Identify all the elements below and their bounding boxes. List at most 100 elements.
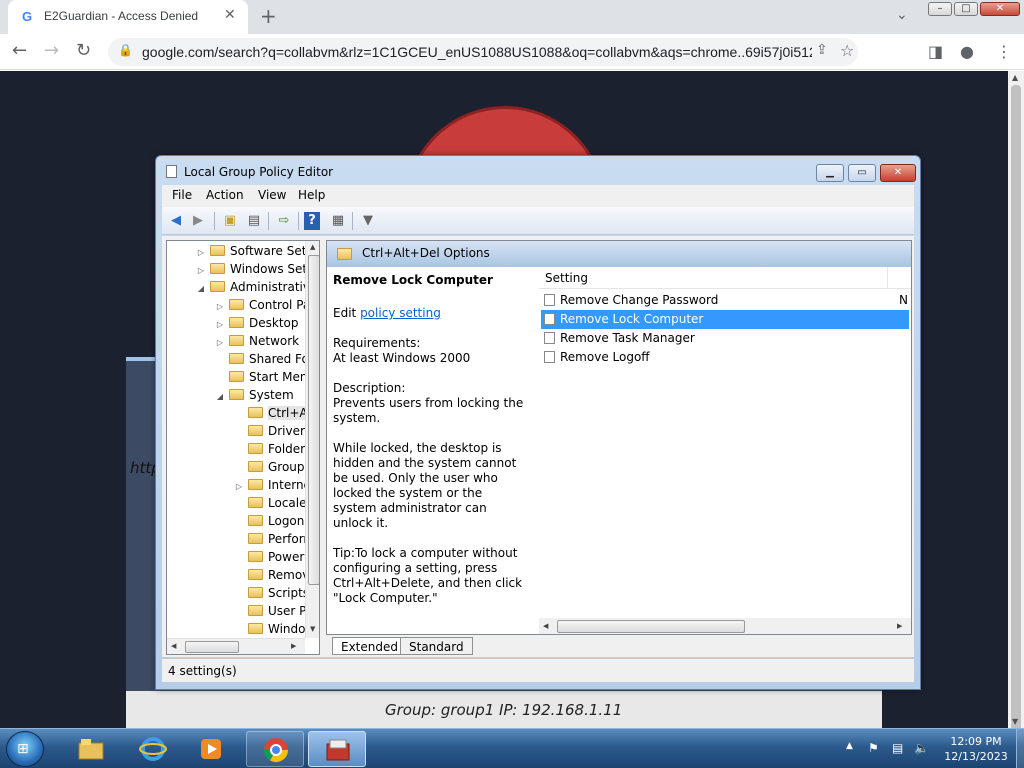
menu-help[interactable]: Help: [298, 188, 325, 202]
back-arrow-icon[interactable]: ◀: [166, 211, 186, 231]
tree-horizontal-scrollbar[interactable]: ◀ ▶: [167, 638, 305, 654]
tree-item[interactable]: Locale: [233, 494, 306, 512]
show-desktop-button[interactable]: [1016, 729, 1024, 768]
scroll-thumb[interactable]: [1011, 85, 1021, 735]
close-window-button[interactable]: ✕: [980, 2, 1020, 16]
gpe-close-button[interactable]: ✕: [880, 164, 916, 182]
tab-search-chevron-icon[interactable]: ⌄: [896, 7, 908, 23]
tree-item[interactable]: ▷ Windows Sett: [195, 260, 312, 278]
gpe-maximize-button[interactable]: ▭: [848, 164, 876, 182]
show-hidden-icons-chevron-icon[interactable]: ▲: [846, 741, 853, 751]
scroll-up-icon[interactable]: ▲: [310, 243, 315, 251]
list-item[interactable]: Remove Task Manager: [541, 329, 909, 348]
scroll-up-icon[interactable]: ▲: [1012, 73, 1018, 82]
policy-setting-link[interactable]: policy setting: [360, 306, 441, 320]
properties-icon[interactable]: ▦: [328, 211, 348, 231]
tree-item[interactable]: Folder: [233, 440, 305, 458]
scroll-thumb[interactable]: [557, 620, 745, 633]
gpe-minimize-button[interactable]: ▁: [816, 164, 844, 182]
scroll-right-icon[interactable]: ▶: [897, 622, 902, 630]
list-horizontal-scrollbar[interactable]: ◀ ▶: [539, 618, 911, 634]
export-list-icon[interactable]: ⇨: [274, 211, 294, 231]
action-center-flag-icon[interactable]: ⚑: [868, 741, 879, 755]
taskbar-group-policy-editor[interactable]: [308, 731, 366, 767]
url-text[interactable]: google.com/search?q=collabvm&rlz=1C1GCEU…: [142, 44, 812, 60]
menu-view[interactable]: View: [258, 188, 286, 202]
tree-item[interactable]: Logon: [233, 512, 304, 530]
taskbar-internet-explorer[interactable]: [124, 731, 182, 767]
tree-item[interactable]: Power: [233, 548, 304, 566]
show-hide-tree-icon[interactable]: ▤: [244, 211, 264, 231]
forward-arrow-icon[interactable]: →: [44, 40, 59, 61]
profile-avatar-icon[interactable]: ●: [960, 42, 974, 61]
media-player-icon: [201, 739, 221, 759]
scroll-right-icon[interactable]: ▶: [291, 642, 296, 650]
tree-item[interactable]: ◢ System: [214, 386, 294, 404]
taskbar-explorer[interactable]: [62, 731, 120, 767]
scroll-thumb[interactable]: [185, 641, 239, 653]
tree-item[interactable]: Driver I: [233, 422, 312, 440]
tree-item[interactable]: Windo: [233, 620, 306, 638]
address-bar[interactable]: 🔒 google.com/search?q=collabvm&rlz=1C1GC…: [108, 38, 858, 66]
list-item[interactable]: Remove Logoff: [541, 348, 909, 367]
tree-item[interactable]: Group: [233, 458, 305, 476]
share-icon[interactable]: ⇪: [816, 42, 828, 58]
filter-icon[interactable]: ▼: [358, 211, 378, 231]
help-icon[interactable]: ?: [304, 212, 320, 230]
menu-file[interactable]: File: [172, 188, 192, 202]
tree-item[interactable]: Shared Fol: [214, 350, 312, 368]
tree-item[interactable]: ▷ Network: [214, 332, 299, 350]
tree-vertical-scrollbar[interactable]: ▲ ▼: [305, 241, 319, 638]
menu-action[interactable]: Action: [206, 188, 244, 202]
new-tab-icon[interactable]: +: [260, 4, 277, 28]
minimize-button[interactable]: –: [928, 2, 952, 16]
folder-icon: [229, 299, 244, 310]
column-header-setting[interactable]: Setting: [539, 267, 911, 289]
tab-extended[interactable]: Extended: [332, 637, 407, 655]
forward-arrow-icon[interactable]: ▶: [188, 211, 208, 231]
tree-item[interactable]: ▷ Control Pa: [214, 296, 310, 314]
tip: Tip:To lock a computer without configuri…: [333, 546, 523, 605]
reload-icon[interactable]: ↻: [76, 40, 91, 61]
tree-item[interactable]: Perforn: [233, 530, 311, 548]
browser-toolbar: ← → ↻ 🔒 google.com/search?q=collabvm&rlz…: [0, 34, 1024, 70]
tree-item[interactable]: User Pr: [233, 602, 311, 620]
settings-list[interactable]: Setting Remove Change Password N Remove L…: [539, 267, 911, 634]
list-item-selected[interactable]: Remove Lock Computer: [541, 310, 909, 329]
network-icon[interactable]: ▤: [892, 741, 903, 755]
menu-kebab-icon[interactable]: ⋮: [996, 42, 1012, 61]
tree-item[interactable]: ▷ Software Setti: [195, 242, 315, 260]
up-folder-icon[interactable]: ▣: [220, 211, 240, 231]
browser-tab[interactable]: G E2Guardian - Access Denied ✕: [8, 0, 248, 34]
start-button[interactable]: ⊞: [6, 731, 44, 767]
side-panel-icon[interactable]: ◨: [928, 42, 943, 61]
tree-item-selected[interactable]: Ctrl+A: [233, 404, 308, 422]
list-item[interactable]: Remove Change Password N: [541, 291, 909, 310]
clock[interactable]: 12:09 PM 12/13/2023: [938, 734, 1014, 764]
window-title-bar[interactable]: Local Group Policy Editor: [166, 165, 333, 179]
tree-item[interactable]: ◢ Administrative: [195, 278, 317, 296]
tab-standard[interactable]: Standard: [400, 637, 473, 655]
tree-item[interactable]: Remov: [233, 566, 309, 584]
folder-icon: [229, 335, 244, 346]
scroll-down-icon[interactable]: ▼: [310, 625, 315, 633]
close-tab-icon[interactable]: ✕: [224, 7, 236, 23]
scroll-thumb[interactable]: [308, 255, 319, 585]
scroll-left-icon[interactable]: ◀: [543, 622, 548, 630]
scroll-left-icon[interactable]: ◀: [171, 642, 176, 650]
volume-muted-icon[interactable]: 🔈: [914, 741, 929, 755]
tree-item[interactable]: Scripts: [233, 584, 309, 602]
bookmark-star-icon[interactable]: ☆: [840, 41, 854, 60]
taskbar-media-player[interactable]: [182, 731, 240, 767]
tree-item[interactable]: Start Menu: [214, 368, 315, 386]
page-scrollbar[interactable]: ▲ ▼: [1008, 71, 1024, 735]
taskbar-chrome[interactable]: [246, 731, 304, 767]
lock-icon[interactable]: 🔒: [118, 43, 133, 57]
column-divider[interactable]: [887, 267, 888, 289]
tree-item[interactable]: ▷ Interne: [233, 476, 311, 494]
scroll-down-icon[interactable]: ▼: [1012, 717, 1018, 726]
policy-tree[interactable]: ▷ Software Setti ▷ Windows Sett ◢ Administr…: [166, 240, 320, 655]
back-arrow-icon[interactable]: ←: [12, 40, 27, 61]
tree-item[interactable]: ▷ Desktop: [214, 314, 299, 332]
maximize-button[interactable]: □: [954, 2, 978, 16]
